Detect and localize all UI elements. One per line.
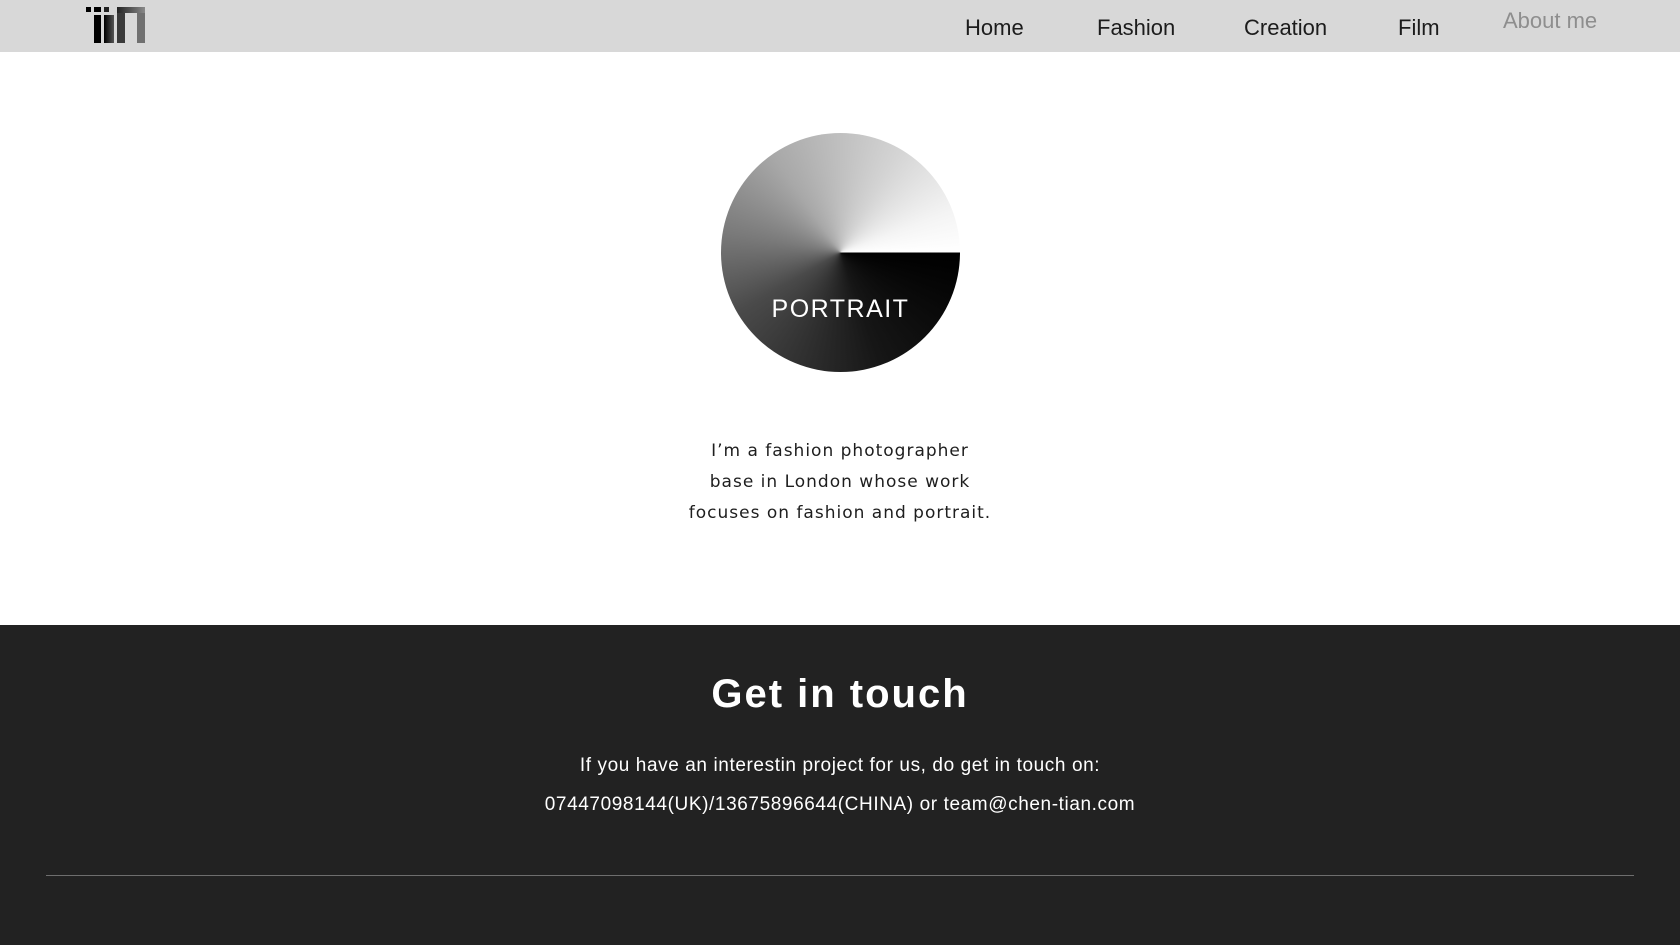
top-navigation-bar: Home Fashion Creation Film About me — [0, 0, 1680, 52]
intro-line: base in London whose work — [709, 472, 971, 492]
portrait-label: PORTRAIT — [771, 295, 910, 323]
portrait-category-button[interactable]: PORTRAIT — [721, 133, 960, 372]
nav-film[interactable]: Film — [1398, 15, 1440, 41]
tian-logo-icon[interactable] — [84, 5, 148, 45]
intro-text: I’m a fashion photographer base in Londo… — [640, 436, 1040, 529]
footer-divider — [46, 875, 1634, 876]
nav-home[interactable]: Home — [965, 15, 1024, 41]
intro-line: focuses on fashion and portrait. — [688, 503, 992, 523]
nav-creation[interactable]: Creation — [1244, 15, 1327, 41]
intro-line: I’m a fashion photographer — [711, 441, 969, 461]
contact-intro-text: If you have an interestin project for us… — [579, 755, 1101, 776]
nav-about-me[interactable]: About me — [1503, 8, 1597, 34]
contact-footer: Get in touch If you have an interestin p… — [0, 625, 1680, 945]
contact-title: Get in touch — [711, 672, 969, 716]
nav-fashion[interactable]: Fashion — [1097, 15, 1175, 41]
contact-details-text: 07447098144(UK)/13675896644(CHINA) or te… — [544, 794, 1136, 815]
